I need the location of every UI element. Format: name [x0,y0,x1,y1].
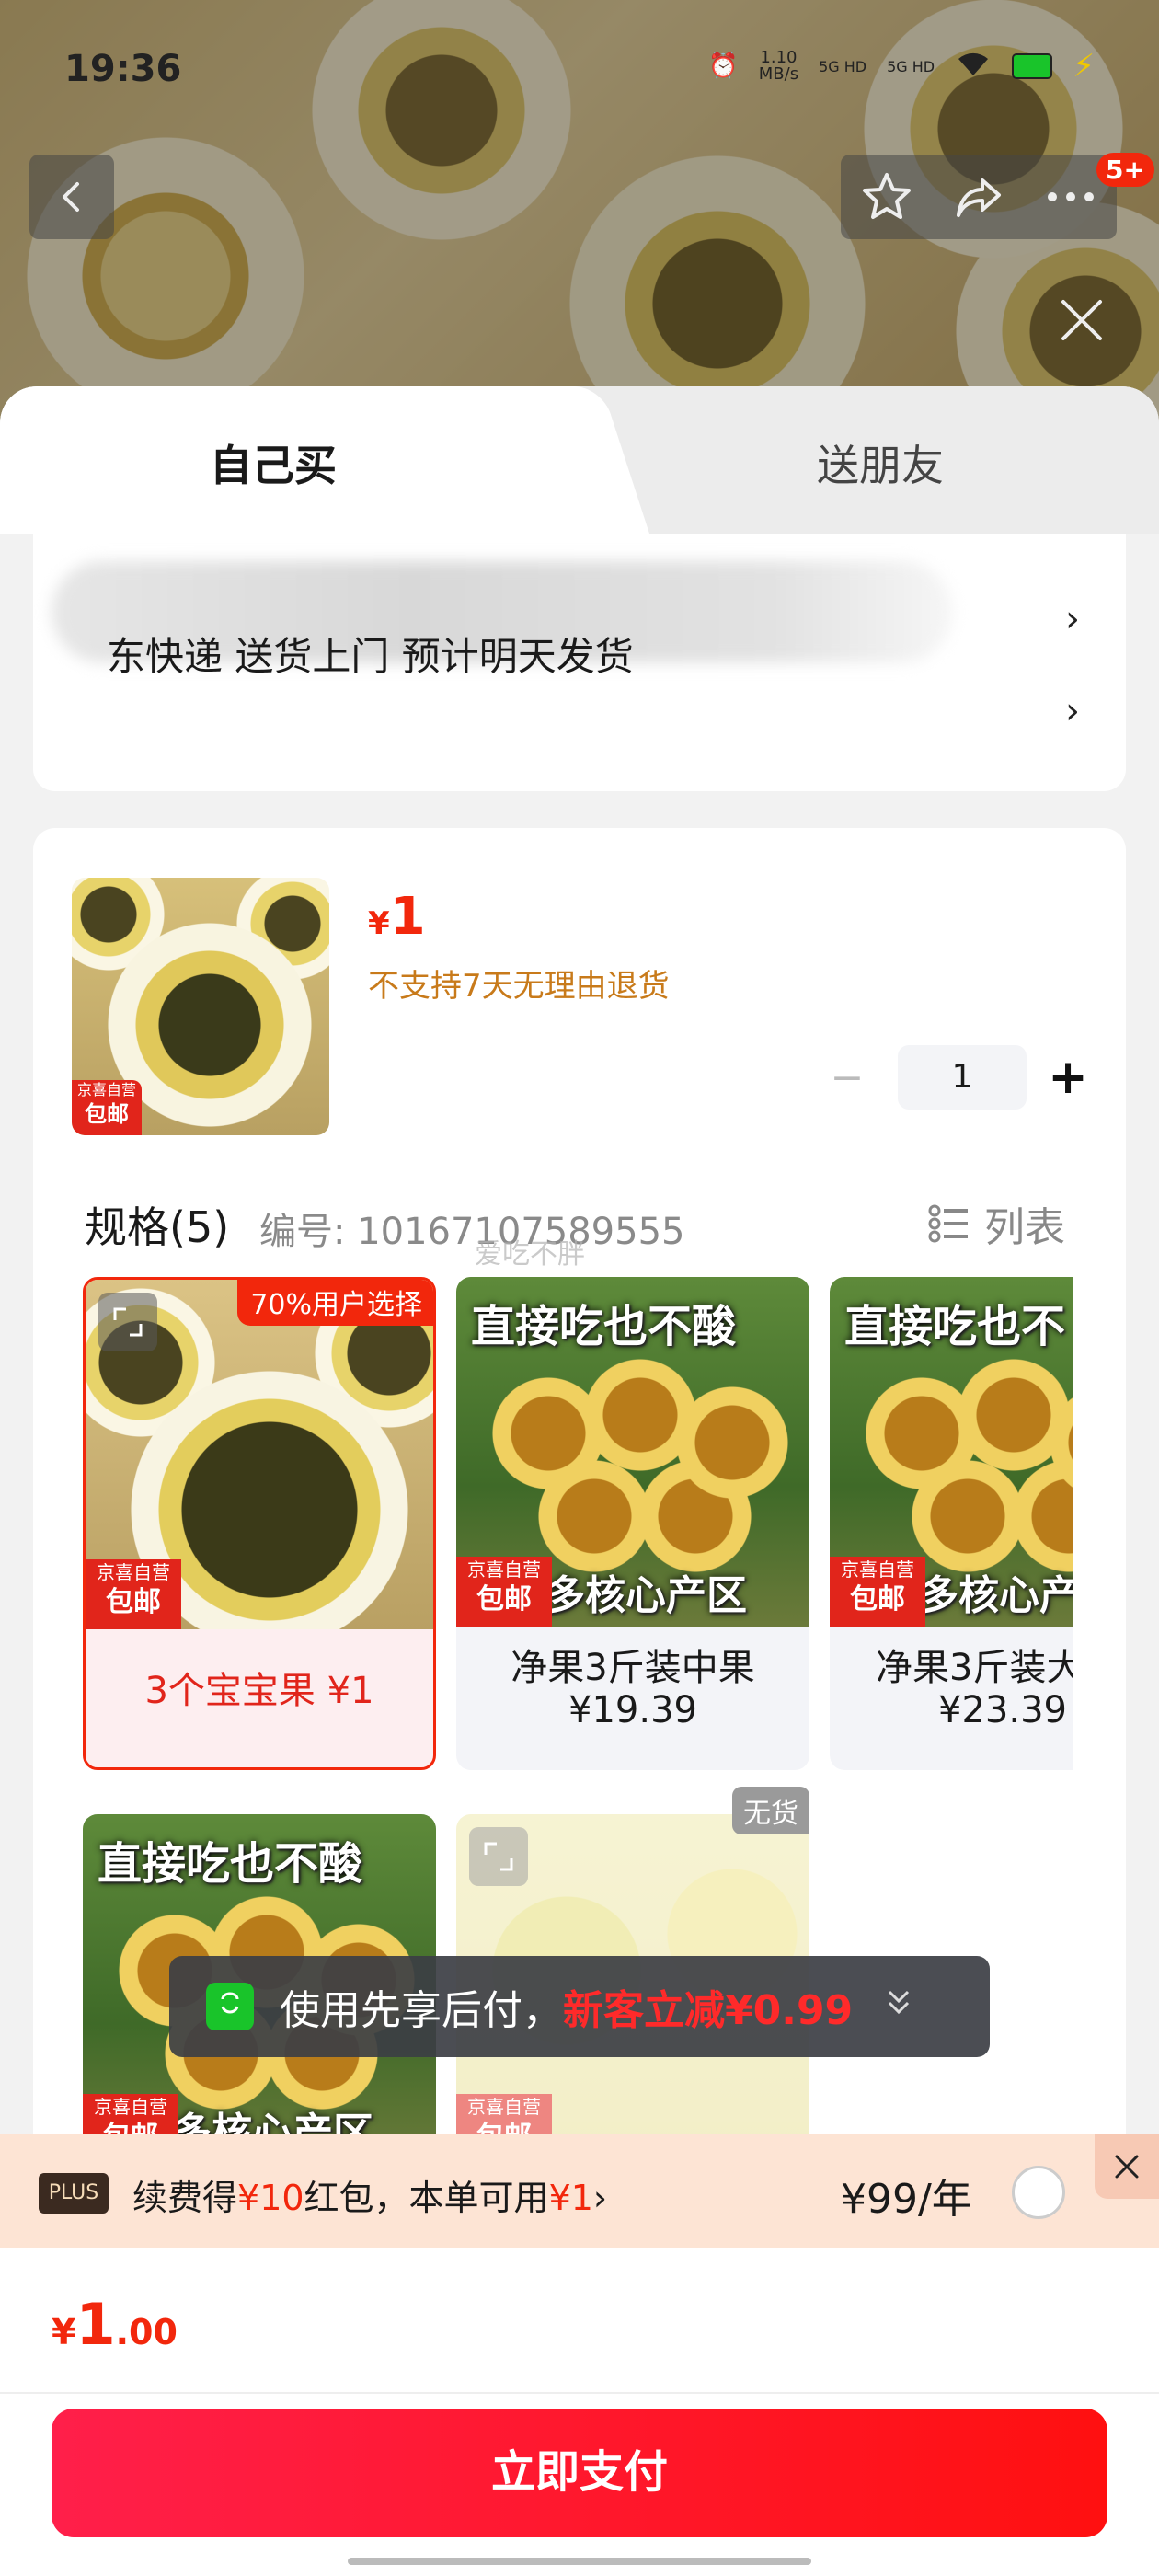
share-button[interactable] [951,169,1006,224]
spec-option-3[interactable]: 直接吃也不 多核心产 京喜自营 包邮 净果3斤装大 ¥23.39 [830,1277,1073,1770]
close-sheet-button[interactable] [1054,293,1109,348]
chevron-right-icon: › [592,2178,608,2218]
product-thumbnail[interactable]: 京喜自营 包邮 [72,878,329,1135]
plus-tag: PLUS [39,2173,109,2214]
top-action-group [841,155,1117,239]
self-operated-tag: 京喜自营 包邮 [456,1557,552,1627]
wifi-icon [955,50,992,84]
close-icon [1061,300,1102,340]
star-icon [863,173,911,219]
battery-icon [1012,53,1053,79]
spec-price: ¥23.39 [938,1689,1067,1731]
popular-choice-badge: 70%用户选择 [237,1280,433,1326]
watermark: 爱吃不胖 [475,1238,585,1271]
back-icon [63,182,79,212]
status-icons: ⏰ 1.10 MB/s 5G HD 5G HD ⚡ [708,48,1095,85]
image-caption-top: 直接吃也不 [844,1301,1066,1352]
back-button[interactable] [29,155,114,239]
chevron-right-icon: › [1065,598,1080,640]
increase-button[interactable]: + [1045,1050,1091,1105]
self-operated-tag: 京喜自营 包邮 [830,1557,925,1627]
signal-icon-2: 5G HD [887,57,935,75]
expand-icon[interactable] [98,1293,157,1351]
spec-label: 净果3斤装中果 [511,1647,755,1689]
image-caption-bottom: 多核心产区 [545,1572,747,1619]
plus-price: ¥99/年 [841,2176,972,2223]
spec-option-2[interactable]: 直接吃也不酸 多核心产区 京喜自营 包邮 净果3斤装中果 ¥19.39 [456,1277,809,1770]
checkout-footer: ¥1.00 立即支付 [0,2248,1159,2576]
plus-select-radio[interactable] [1012,2166,1065,2219]
double-chevron-down-icon[interactable] [880,1984,917,2030]
tab-buy-self[interactable]: 自己买 [210,432,337,493]
status-bar: 19:36 ⏰ 1.10 MB/s 5G HD 5G HD ⚡ [0,0,1159,138]
image-caption-bottom: 多核心产 [918,1572,1073,1619]
self-operated-tag: 京喜自营 包邮 [72,1080,142,1135]
spec-label: 净果3斤装大 [876,1647,1073,1689]
address-card[interactable]: › 东快递 送货上门 预计明天发货 › [33,534,1126,791]
quantity-value[interactable]: 1 [898,1045,1027,1110]
list-view-toggle[interactable]: 列表 [927,1194,1065,1253]
pay-now-button[interactable]: 立即支付 [52,2409,1107,2537]
product-price: ¥1 [368,887,426,947]
spec-image: 直接吃也不酸 多核心产区 京喜自营 包邮 [456,1277,809,1627]
spec-image: 直接吃也不 多核心产 京喜自营 包邮 [830,1277,1073,1627]
net-speed: 1.10 MB/s [758,48,799,84]
more-badge: 5+ [1096,153,1154,187]
close-icon [1115,2155,1139,2179]
image-caption-top: 直接吃也不酸 [98,1838,363,1890]
product-code: 编号: 10167107589555 [259,1211,685,1253]
more-icon [1048,192,1094,201]
alarm-icon: ⏰ [708,52,739,80]
home-indicator[interactable] [348,2558,811,2565]
return-policy: 不支持7天无理由退货 [368,968,670,1005]
plus-offer-text: 续费得¥10红包，本单可用¥1› [132,2178,608,2218]
toast-highlight: 新客立减¥0.99 [563,1987,854,2034]
out-of-stock-badge: 无货 [732,1787,809,1834]
chevron-right-icon: › [1065,690,1080,732]
toast-text: 使用先享后付， [280,1987,563,2034]
share-icon [957,178,1001,217]
charging-icon: ⚡ [1073,48,1095,85]
signal-icon-1: 5G HD [819,57,867,75]
list-icon [928,1204,968,1243]
pay-later-toast[interactable]: 使用先享后付， 新客立减¥0.99 [169,1956,990,2057]
favorite-button[interactable] [859,169,914,224]
plus-membership-bar[interactable]: PLUS 续费得¥10红包，本单可用¥1› ¥99/年 [0,2134,1159,2248]
purchase-tabs: 自己买 送朋友 [0,386,1159,534]
spec-scroll-clip: 直接吃也不 多核心产 京喜自营 包邮 净果3斤装大 ¥23.39 [830,1277,1073,1770]
image-caption-top: 直接吃也不酸 [471,1301,737,1352]
quantity-stepper: − 1 + [815,1045,1091,1110]
more-button[interactable] [1043,188,1098,206]
spec-title: 规格(5) [85,1202,230,1252]
shopping-bag-icon [206,1983,254,2030]
spec-option-1[interactable]: 70%用户选择 京喜自营 包邮 3个宝宝果 ¥1 [83,1277,436,1770]
tab-gift-friend[interactable]: 送朋友 [817,432,944,493]
spec-price: ¥19.39 [568,1689,697,1731]
decrease-button[interactable]: − [815,1054,879,1101]
expand-icon[interactable] [469,1827,528,1886]
spec-image: 京喜自营 包邮 [86,1280,433,1629]
divider [0,2392,1159,2394]
spec-label: 3个宝宝果 ¥1 [144,1670,374,1712]
total-price: ¥1.00 [52,2291,178,2358]
self-operated-tag: 京喜自营 包邮 [86,1559,181,1629]
status-time: 19:36 [64,48,182,90]
plus-close-button[interactable] [1095,2134,1159,2199]
delivery-info: 东快递 送货上门 预计明天发货 [107,634,634,679]
